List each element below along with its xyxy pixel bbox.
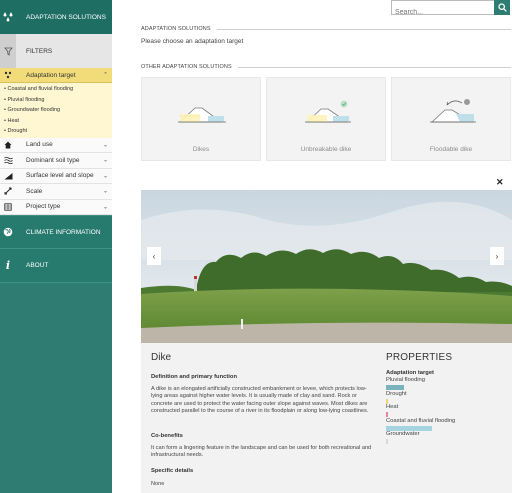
search-input[interactable] <box>392 6 494 19</box>
drops-icon <box>0 0 16 34</box>
chevron-up-icon: ⌃ <box>102 72 108 79</box>
close-icon[interactable]: ✕ <box>496 177 504 188</box>
card-label: Floodable dike <box>429 146 473 153</box>
filter-scale[interactable]: Scale ⌄ <box>0 184 112 200</box>
detail-panel: Dike Definition and primary function A d… <box>141 343 512 493</box>
property-label: Heat <box>386 404 399 410</box>
house-icon <box>0 138 16 153</box>
grid-icon <box>0 200 16 215</box>
target-option[interactable]: • Pluvial flooding <box>0 95 112 106</box>
properties-title: PROPERTIES <box>386 352 453 363</box>
specific-details-text: None <box>151 481 165 487</box>
card-label: Dikes <box>192 146 210 153</box>
slope-icon <box>0 169 16 184</box>
target-option[interactable]: • Coastal and fluvial flooding <box>0 84 112 95</box>
dike-photo <box>141 190 512 343</box>
property-label: Groundwater <box>386 431 420 437</box>
filter-project-type-label: Project type <box>26 203 61 211</box>
chevron-down-icon: ⌄ <box>102 204 108 211</box>
photo-next-button[interactable]: › <box>490 247 504 265</box>
sidebar-header[interactable]: ADAPTATION SOLUTIONS <box>0 0 112 34</box>
climate-information-link[interactable]: CLIMATE INFORMATION <box>0 215 112 249</box>
filter-project-type[interactable]: Project type ⌄ <box>0 199 112 215</box>
filter-scale-label: Scale <box>26 187 43 195</box>
properties-subtitle: Adaptation target <box>386 370 434 376</box>
sidebar: ADAPTATION SOLUTIONS FILTERS Adaptation … <box>0 0 112 493</box>
filter-land-use[interactable]: Land use ⌄ <box>0 137 112 153</box>
divider <box>216 28 511 30</box>
section-title-adaptation: ADAPTATION SOLUTIONS <box>141 26 511 32</box>
sidebar-header-label: ADAPTATION SOLUTIONS <box>26 13 106 21</box>
chevron-down-icon: ⌄ <box>102 188 108 195</box>
target-option[interactable]: • Drought <box>0 126 112 137</box>
section-title-other: OTHER ADAPTATION SOLUTIONS <box>141 64 511 70</box>
search-box <box>391 0 510 19</box>
definition-heading: Definition and primary function <box>151 374 237 380</box>
funnel-icon <box>0 34 16 68</box>
target-icon <box>0 68 16 82</box>
chevron-left-icon: ‹ <box>152 251 156 261</box>
section-title-text: ADAPTATION SOLUTIONS <box>141 26 211 32</box>
choose-target-prompt: Please choose an adaptation target <box>141 38 244 45</box>
solution-card-floodable-dike[interactable]: Floodable dike <box>391 77 511 161</box>
target-option[interactable]: • Heat <box>0 116 112 127</box>
search-button[interactable] <box>494 0 510 15</box>
target-option[interactable]: • Groundwater flooding <box>0 105 112 116</box>
about-link[interactable]: i ABOUT <box>0 249 112 283</box>
filter-adaptation-target-label: Adaptation target <box>26 71 76 79</box>
info-icon: i <box>5 259 11 272</box>
dike-icon <box>178 107 226 123</box>
solution-card-dikes[interactable]: Dikes <box>141 77 261 161</box>
property-level-bar <box>386 439 389 444</box>
climate-information-label: CLIMATE INFORMATION <box>26 228 101 236</box>
divider <box>237 66 511 68</box>
section-title-text: OTHER ADAPTATION SOLUTIONS <box>141 64 232 70</box>
unbreakable-dike-icon <box>305 100 351 123</box>
floodable-dike-icon <box>430 99 476 123</box>
property-level-bar <box>386 398 389 404</box>
property-label: Coastal and fluvial flooding <box>386 417 456 424</box>
cobenefits-heading: Co-benefits <box>151 433 183 439</box>
property-level-bar <box>386 412 389 417</box>
filters-header[interactable]: FILTERS <box>0 34 112 68</box>
filter-adaptation-target[interactable]: Adaptation target ⌃ <box>0 68 112 83</box>
property-level-bar <box>386 385 405 390</box>
chevron-down-icon: ⌄ <box>102 157 108 164</box>
adaptation-target-list: • Coastal and fluvial flooding • Pluvial… <box>0 83 112 138</box>
card-label: Unbreakable dike <box>300 146 352 153</box>
waves-icon <box>0 153 16 168</box>
chevron-down-icon: ⌄ <box>102 142 108 149</box>
property-label: Pluvial flooding <box>386 377 425 383</box>
property-label: Drought <box>386 390 407 397</box>
chevron-down-icon: ⌄ <box>102 173 108 180</box>
filters-label: FILTERS <box>26 47 53 55</box>
search-icon <box>497 3 507 12</box>
filter-soil-type-label: Dominant soil type <box>26 156 80 164</box>
solution-card-unbreakable-dike[interactable]: Unbreakable dike <box>266 77 386 161</box>
filter-surface-level-label: Surface level and slope <box>26 172 94 180</box>
filter-soil-type[interactable]: Dominant soil type ⌄ <box>0 153 112 169</box>
cobenefits-text: It can form a lingering feature in the l… <box>151 445 372 459</box>
globe-icon <box>0 216 16 248</box>
definition-text: A dike is an elongated artificially cons… <box>151 386 369 415</box>
about-label: ABOUT <box>26 262 49 269</box>
specific-details-heading: Specific details <box>151 468 194 474</box>
main-content: ADAPTATION SOLUTIONS Please choose an ad… <box>112 0 512 493</box>
filter-land-use-label: Land use <box>26 141 53 149</box>
photo-prev-button[interactable]: ‹ <box>147 247 161 265</box>
property-level-bar <box>386 425 432 431</box>
filter-surface-level[interactable]: Surface level and slope ⌄ <box>0 168 112 184</box>
chevron-right-icon: › <box>495 251 499 261</box>
arrows-icon <box>0 184 16 199</box>
detail-title: Dike <box>151 352 172 363</box>
